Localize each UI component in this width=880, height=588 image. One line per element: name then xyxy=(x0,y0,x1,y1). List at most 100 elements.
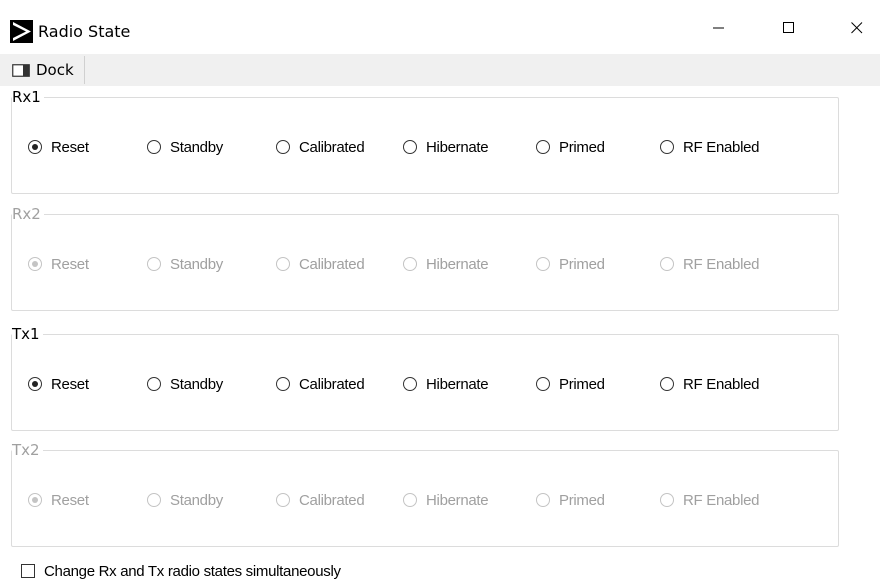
radio-circle[interactable] xyxy=(147,140,161,154)
group-tx2: Tx2 Reset Standby Calibrated Hibernate Primed… xyxy=(11,441,839,547)
radio-standby[interactable]: Standby xyxy=(147,373,223,395)
radio-primed[interactable]: Primed xyxy=(536,136,605,158)
radio-label: RF Enabled xyxy=(683,255,760,273)
group-rx2: Rx2 Reset Standby Calibrated Hibernate Primed… xyxy=(11,205,839,311)
radio-label: Reset xyxy=(51,255,89,273)
radio-circle[interactable] xyxy=(403,140,417,154)
radio-circle[interactable] xyxy=(28,140,42,154)
radio-selected-dot xyxy=(31,143,38,150)
radio-state-window: Radio State Dock Rx1 Reset Standby Calib… xyxy=(0,0,880,588)
radio-circle[interactable] xyxy=(536,140,550,154)
radio-calibrated[interactable]: Calibrated xyxy=(276,373,365,395)
radio-hibernate[interactable]: Hibernate xyxy=(403,373,489,395)
radio-label: Reset xyxy=(51,138,89,156)
radio-label: Hibernate xyxy=(426,138,489,156)
maximize-icon xyxy=(783,22,794,33)
radio-label: Standby xyxy=(170,138,223,156)
simultaneous-checkbox[interactable] xyxy=(21,564,35,578)
dock-window-icon xyxy=(12,63,30,77)
radio-label: Standby xyxy=(170,491,223,509)
radio-label: Primed xyxy=(559,375,605,393)
radio-label: Calibrated xyxy=(299,255,365,273)
radio-label: RF Enabled xyxy=(683,375,760,393)
radio-circle xyxy=(28,257,42,271)
radio-circle[interactable] xyxy=(403,377,417,391)
radio-hibernate: Hibernate xyxy=(403,253,489,275)
group-label: Tx2 xyxy=(12,441,43,459)
radio-label: Primed xyxy=(559,491,605,509)
radio-primed: Primed xyxy=(536,489,605,511)
radio-reset: Reset xyxy=(28,489,89,511)
radio-label: Reset xyxy=(51,375,89,393)
radio-rf-enabled: RF Enabled xyxy=(660,489,760,511)
radio-label: RF Enabled xyxy=(683,138,760,156)
radio-label: Reset xyxy=(51,491,89,509)
radio-standby: Standby xyxy=(147,253,223,275)
radio-circle xyxy=(276,493,290,507)
radio-circle xyxy=(660,257,674,271)
radio-primed: Primed xyxy=(536,253,605,275)
radio-label: RF Enabled xyxy=(683,491,760,509)
radio-reset[interactable]: Reset xyxy=(28,373,89,395)
radio-rf-enabled[interactable]: RF Enabled xyxy=(660,136,760,158)
radio-rf-enabled[interactable]: RF Enabled xyxy=(660,373,760,395)
group-label: Rx2 xyxy=(12,205,44,223)
radio-hibernate[interactable]: Hibernate xyxy=(403,136,489,158)
radio-standby[interactable]: Standby xyxy=(147,136,223,158)
window-title: Radio State xyxy=(38,22,131,41)
dock-label: Dock xyxy=(36,61,74,79)
radio-label: Calibrated xyxy=(299,375,365,393)
radio-circle xyxy=(147,493,161,507)
radio-rf-enabled: RF Enabled xyxy=(660,253,760,275)
radio-circle[interactable] xyxy=(276,377,290,391)
radio-reset: Reset xyxy=(28,253,89,275)
close-icon xyxy=(851,22,863,34)
app-play-icon xyxy=(10,20,33,43)
radio-label: Standby xyxy=(170,375,223,393)
radio-standby: Standby xyxy=(147,489,223,511)
title-bar: Radio State xyxy=(0,0,880,52)
maximize-button[interactable] xyxy=(766,8,812,48)
minimize-button[interactable] xyxy=(696,8,742,48)
radio-circle[interactable] xyxy=(28,377,42,391)
radio-circle xyxy=(536,257,550,271)
radio-label: Standby xyxy=(170,255,223,273)
radio-circle xyxy=(660,493,674,507)
radio-circle xyxy=(147,257,161,271)
close-button[interactable] xyxy=(834,8,880,48)
dock-button[interactable]: Dock xyxy=(6,56,85,84)
simultaneous-option[interactable]: Change Rx and Tx radio states simultaneo… xyxy=(21,561,341,581)
radio-circle xyxy=(403,493,417,507)
radio-reset[interactable]: Reset xyxy=(28,136,89,158)
radio-label: Primed xyxy=(559,255,605,273)
minimize-icon xyxy=(713,27,724,29)
radio-label: Hibernate xyxy=(426,375,489,393)
simultaneous-label: Change Rx and Tx radio states simultaneo… xyxy=(44,562,341,580)
radio-selected-dot xyxy=(31,496,38,503)
radio-label: Calibrated xyxy=(299,138,365,156)
toolbar: Dock xyxy=(0,54,880,86)
radio-circle[interactable] xyxy=(660,140,674,154)
radio-calibrated: Calibrated xyxy=(276,489,365,511)
group-tx1: Tx1 Reset Standby Calibrated Hibernate Primed… xyxy=(11,325,839,431)
radio-circle xyxy=(28,493,42,507)
radio-circle xyxy=(536,493,550,507)
radio-label: Calibrated xyxy=(299,491,365,509)
group-rx1: Rx1 Reset Standby Calibrated Hibernate Primed… xyxy=(11,88,839,194)
radio-calibrated: Calibrated xyxy=(276,253,365,275)
radio-hibernate: Hibernate xyxy=(403,489,489,511)
radio-circle xyxy=(276,257,290,271)
group-label: Rx1 xyxy=(12,88,44,106)
radio-calibrated[interactable]: Calibrated xyxy=(276,136,365,158)
radio-circle[interactable] xyxy=(660,377,674,391)
radio-selected-dot xyxy=(31,380,38,387)
group-label: Tx1 xyxy=(12,325,43,343)
radio-label: Hibernate xyxy=(426,491,489,509)
radio-circle[interactable] xyxy=(276,140,290,154)
radio-primed[interactable]: Primed xyxy=(536,373,605,395)
radio-circle[interactable] xyxy=(536,377,550,391)
radio-circle xyxy=(403,257,417,271)
radio-circle[interactable] xyxy=(147,377,161,391)
radio-selected-dot xyxy=(31,260,38,267)
radio-label: Hibernate xyxy=(426,255,489,273)
